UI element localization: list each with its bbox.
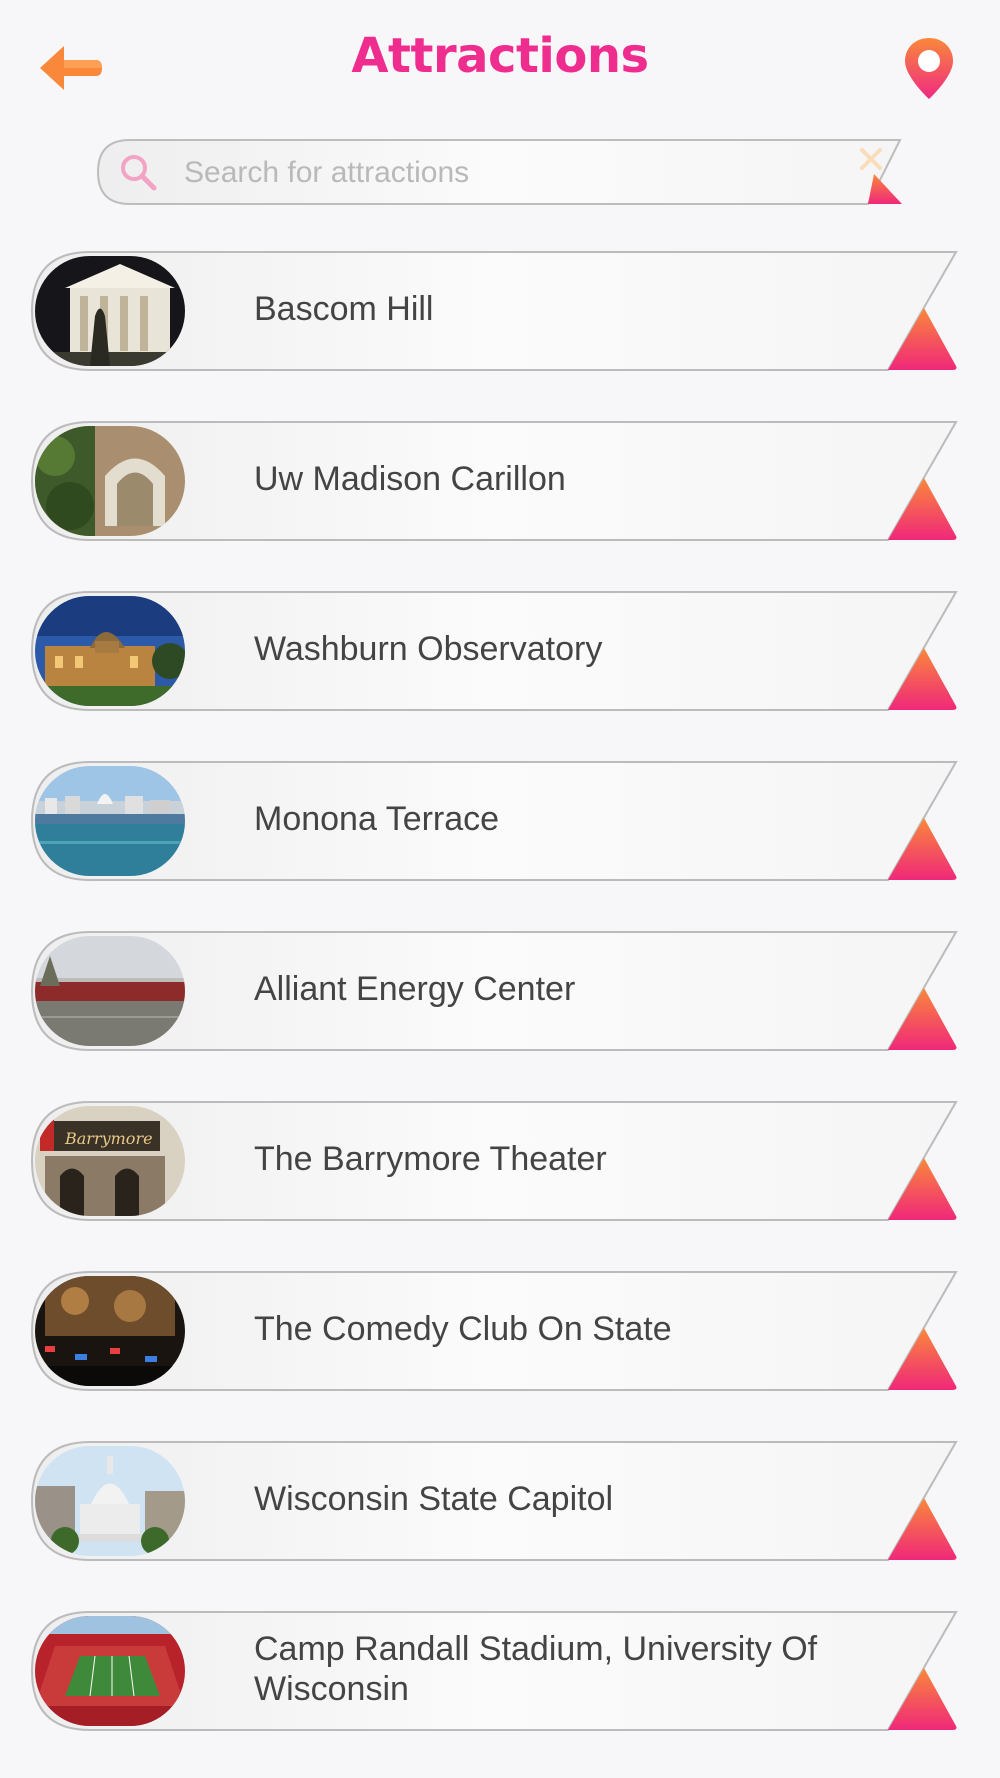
list-item[interactable]: Washburn Observatory: [30, 590, 960, 714]
page-title: Attractions: [351, 28, 649, 84]
search-bar: [96, 138, 904, 206]
list-item[interactable]: Uw Madison Carillon: [30, 420, 960, 544]
close-icon[interactable]: [856, 144, 886, 174]
list-item[interactable]: Barrymore The Barrymore Theater: [30, 1100, 960, 1224]
attraction-name: Bascom Hill: [254, 290, 434, 328]
attraction-name: The Barrymore Theater: [254, 1140, 607, 1178]
attraction-name: Washburn Observatory: [254, 630, 603, 668]
barrymore-theater-photo: Barrymore: [35, 1106, 185, 1216]
comedy-club-photo: [35, 1276, 185, 1386]
list-item[interactable]: Bascom Hill: [30, 250, 960, 374]
map-button[interactable]: [902, 36, 956, 102]
map-pin-icon: [905, 38, 953, 99]
monona-terrace-photo: [35, 766, 185, 876]
list-item[interactable]: The Comedy Club On State: [30, 1270, 960, 1394]
list-item[interactable]: Wisconsin State Capitol: [30, 1440, 960, 1564]
carillon-photo: [35, 426, 185, 536]
bascom-hill-photo: [35, 256, 185, 366]
search-icon: [121, 155, 157, 191]
camp-randall-stadium-photo: [35, 1616, 185, 1726]
attraction-name: Uw Madison Carillon: [254, 460, 566, 498]
app-header: Attractions: [0, 0, 1000, 130]
list-item[interactable]: Alliant Energy Center: [30, 930, 960, 1054]
attraction-name: Wisconsin State Capitol: [254, 1480, 614, 1518]
attraction-name: Monona Terrace: [254, 800, 500, 838]
attraction-name: Camp Randall Stadium, University Of Wisc…: [254, 1630, 818, 1708]
attraction-name: Alliant Energy Center: [254, 970, 576, 1008]
search-input[interactable]: [182, 148, 826, 198]
svg-text:Barrymore: Barrymore: [64, 1129, 153, 1148]
attraction-name: The Comedy Club On State: [254, 1310, 672, 1348]
list-item[interactable]: Camp Randall Stadium, University Of Wisc…: [30, 1610, 960, 1734]
observatory-photo: [35, 596, 185, 706]
state-capitol-photo: [35, 1446, 185, 1556]
alliant-energy-center-photo: [35, 936, 185, 1046]
list-item[interactable]: Monona Terrace: [30, 760, 960, 884]
